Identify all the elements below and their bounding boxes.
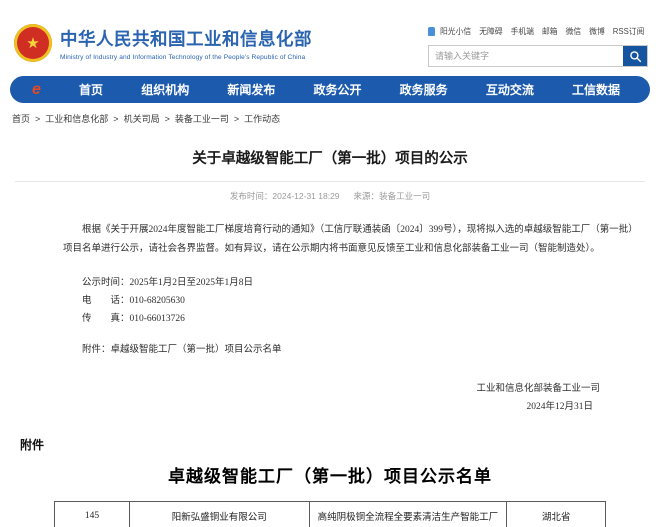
ministry-name: 中华人民共和国工业和信息化部 <box>60 26 312 51</box>
search-bar <box>428 45 648 67</box>
source-label: 来源： <box>354 191 380 201</box>
quick-link-accessibility[interactable]: 无障碍 <box>479 26 502 37</box>
breadcrumb-home[interactable]: 首页 <box>12 112 30 125</box>
brand-text: 中华人民共和国工业和信息化部 Ministry of Industry and … <box>60 26 312 61</box>
quick-link-sunshine[interactable]: 阳光小信 <box>440 26 471 37</box>
breadcrumb-separator: > <box>35 114 40 124</box>
signature-date: 2024年12月31日 <box>15 398 593 416</box>
quick-links: 阳光小信 无障碍 手机端 邮箱 微信 微博 RSS订阅 <box>428 26 648 37</box>
search-icon <box>629 50 642 63</box>
quick-link-weibo[interactable]: 微博 <box>589 26 605 37</box>
quick-link-mobile[interactable]: 手机端 <box>511 26 534 37</box>
cell-project: 高纯阴极铜全流程全要素清洁生产智能工厂 <box>309 502 507 527</box>
nav-item-gov-open[interactable]: 政务公开 <box>314 81 362 98</box>
national-emblem-icon: ★ <box>14 24 52 62</box>
quick-link-mail[interactable]: 邮箱 <box>542 26 558 37</box>
breadcrumb: 首页 > 工业和信息化部 > 机关司局 > 装备工业一司 > 工作动态 <box>12 112 660 125</box>
breadcrumb-departments[interactable]: 机关司局 <box>124 112 160 125</box>
breadcrumb-separator: > <box>234 114 239 124</box>
fax-line: 传 真：010-66013726 <box>63 310 645 328</box>
cell-province: 湖北省 <box>507 502 606 527</box>
nav-item-data[interactable]: 工信数据 <box>572 81 620 98</box>
article-title: 关于卓越级智能工厂（第一批）项目的公示 <box>15 147 645 168</box>
article-meta: 发布时间：2024-12-31 18:29 来源：装备工业一司 <box>15 190 645 202</box>
article-paragraph: 根据《关于开展2024年度智能工厂梯度培育行动的通知》（工信厅联通装函〔2024… <box>63 221 645 259</box>
breadcrumb-miit[interactable]: 工业和信息化部 <box>45 112 108 125</box>
site-brand[interactable]: ★ 中华人民共和国工业和信息化部 Ministry of Industry an… <box>14 24 312 62</box>
project-list-table: 145 阳新弘盛铜业有限公司 高纯阴极铜全流程全要素清洁生产智能工厂 湖北省 <box>54 501 606 527</box>
attachment-heading: 附件 <box>20 436 660 453</box>
nav-item-interaction[interactable]: 互动交流 <box>486 81 534 98</box>
header-right: 阳光小信 无障碍 手机端 邮箱 微信 微博 RSS订阅 <box>428 26 648 67</box>
breadcrumb-equipment-dept[interactable]: 装备工业一司 <box>175 112 229 125</box>
cell-company: 阳新弘盛铜业有限公司 <box>129 502 309 527</box>
emblem-star-icon: ★ <box>26 36 39 51</box>
source-value: 装备工业一司 <box>379 191 430 201</box>
search-button[interactable] <box>623 46 647 66</box>
breadcrumb-separator: > <box>113 114 118 124</box>
phone-line: 电 话：010-68205630 <box>63 292 645 310</box>
signature-block: 工业和信息化部装备工业一司 2024年12月31日 <box>15 380 645 416</box>
miit-e-logo-icon[interactable]: e <box>32 82 41 98</box>
publish-time: 2024-12-31 18:29 <box>272 191 339 201</box>
nav-item-organization[interactable]: 组织机构 <box>141 81 189 98</box>
nav-item-home[interactable]: 首页 <box>79 81 103 98</box>
breadcrumb-work-updates[interactable]: 工作动态 <box>244 112 280 125</box>
table-row: 145 阳新弘盛铜业有限公司 高纯阴极铜全流程全要素清洁生产智能工厂 湖北省 <box>55 502 606 527</box>
publish-time-label: 发布时间： <box>230 191 273 201</box>
quick-link-rss[interactable]: RSS订阅 <box>613 26 645 37</box>
site-header: ★ 中华人民共和国工业和信息化部 Ministry of Industry an… <box>0 0 660 64</box>
attachment-reference-line[interactable]: 附件：卓越级智能工厂（第一批）项目公示名单 <box>63 341 645 359</box>
nav-item-gov-service[interactable]: 政务服务 <box>400 81 448 98</box>
cell-row-number: 145 <box>55 502 130 527</box>
breadcrumb-separator: > <box>165 114 170 124</box>
signature-department: 工业和信息化部装备工业一司 <box>15 380 600 398</box>
ministry-name-en: Ministry of Industry and Information Tec… <box>60 54 312 61</box>
mascot-icon <box>428 27 435 36</box>
search-input[interactable] <box>429 46 623 66</box>
attachment-table-title: 卓越级智能工厂（第一批）项目公示名单 <box>0 462 660 487</box>
article-body: 根据《关于开展2024年度智能工厂梯度培育行动的通知》（工信厅联通装函〔2024… <box>15 221 645 416</box>
main-nav: e 首页 组织机构 新闻发布 政务公开 政务服务 互动交流 工信数据 <box>10 76 650 103</box>
quick-link-wechat[interactable]: 微信 <box>566 26 582 37</box>
notice-period-line: 公示时间：2025年1月2日至2025年1月8日 <box>63 274 645 292</box>
title-divider <box>15 181 645 182</box>
nav-item-news[interactable]: 新闻发布 <box>227 81 275 98</box>
article: 关于卓越级智能工厂（第一批）项目的公示 发布时间：2024-12-31 18:2… <box>0 147 660 416</box>
